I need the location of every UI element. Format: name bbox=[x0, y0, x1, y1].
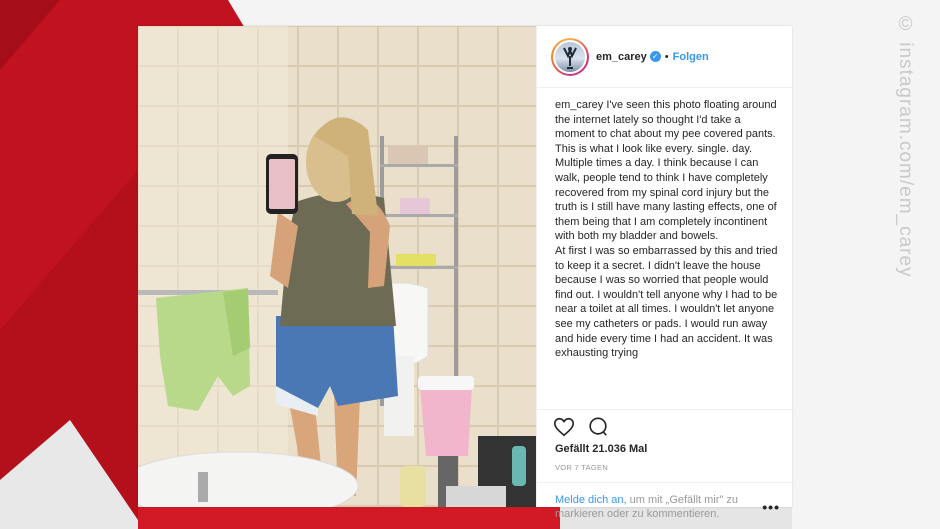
divider bbox=[537, 409, 793, 410]
post-side-panel: em_carey ✓ • Folgen em_carey I've seen t… bbox=[536, 26, 793, 520]
caption-paragraph: This is what I look like every. single. … bbox=[555, 142, 777, 243]
follow-button[interactable]: Folgen bbox=[673, 51, 709, 63]
avatar[interactable] bbox=[551, 37, 589, 76]
post-date[interactable]: VOR 7 TAGEN bbox=[555, 463, 608, 472]
bathroom-mirror-selfie-image bbox=[138, 26, 536, 507]
source-watermark: © instagram.com/em_carey bbox=[895, 14, 916, 278]
caption-paragraph: At first I was so embarrassed by this an… bbox=[555, 244, 778, 360]
post-username[interactable]: em_carey bbox=[596, 51, 647, 63]
avatar-silhouette-icon bbox=[563, 46, 577, 69]
post-actions bbox=[553, 416, 783, 441]
like-count[interactable]: Gefällt 21.036 Mal bbox=[555, 443, 647, 455]
post-header: em_carey ✓ • Folgen bbox=[537, 26, 792, 88]
instagram-post: em_carey ✓ • Folgen em_carey I've seen t… bbox=[138, 26, 793, 520]
caption-paragraph: em_carey I've seen this photo floating a… bbox=[555, 99, 777, 141]
login-link[interactable]: Melde dich an, bbox=[555, 494, 627, 506]
login-prompt: Melde dich an, um mit „Gefällt mir" zu m… bbox=[537, 482, 793, 521]
header-separator: • bbox=[664, 50, 669, 63]
like-count-label: Gefällt 21.036 Mal bbox=[555, 443, 648, 455]
more-options-button[interactable]: ••• bbox=[762, 499, 780, 515]
heart-icon[interactable] bbox=[553, 416, 575, 441]
post-photo bbox=[138, 26, 536, 507]
comment-icon[interactable] bbox=[587, 416, 609, 441]
post-caption: em_carey I've seen this photo floating a… bbox=[555, 98, 779, 408]
verified-badge-icon: ✓ bbox=[649, 51, 661, 62]
